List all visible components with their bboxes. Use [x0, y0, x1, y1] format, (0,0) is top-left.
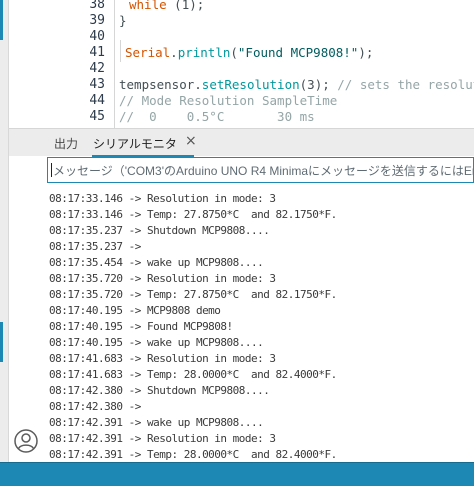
log-line: 08:17:41.683 -> Resolution in mode: 3 — [49, 352, 276, 365]
activity-indicator — [0, 322, 3, 362]
log-line: 08:17:35.720 -> Resolution in mode: 3 — [49, 272, 276, 285]
log-line: 08:17:33.146 -> Resolution in mode: 3 — [49, 192, 276, 205]
code-line-41: Serial.println("Found MCP9808!"); — [125, 45, 374, 60]
indent-guide — [114, 0, 115, 128]
code-editor[interactable]: 38 39 40 41 42 43 44 45 while (1); } Ser… — [9, 0, 474, 128]
line-number-gutter: 38 39 40 41 42 43 44 45 — [9, 0, 113, 128]
code-text: (3); — [299, 77, 338, 92]
line-number: 38 — [89, 0, 105, 12]
log-line: 08:17:35.237 -> — [49, 240, 141, 253]
code-comment: // sets the resolution mod — [337, 77, 474, 92]
code-line-39: } — [119, 13, 127, 28]
log-line: 08:17:33.146 -> Temp: 27.8750*C and 82.1… — [49, 208, 337, 221]
log-line: 08:17:35.720 -> Temp: 27.8750*C and 82.1… — [49, 288, 337, 301]
code-function: setResolution — [201, 77, 300, 92]
line-number: 43 — [89, 77, 105, 92]
line-number: 45 — [89, 109, 105, 124]
log-line: 08:17:40.195 -> Found MCP9808! — [49, 320, 233, 333]
log-line: 08:17:41.683 -> Temp: 28.0000*C and 82.4… — [49, 368, 337, 381]
log-line: 08:17:42.391 -> wake up MCP9808.... — [49, 416, 264, 429]
input-placeholder: メッセージ（'COM3'のArduino UNO R4 Minimaにメッセージ… — [53, 164, 474, 178]
tab-serial-monitor[interactable]: シリアルモニタ — [93, 135, 177, 152]
log-line: 08:17:35.454 -> wake up MCP9808.... — [49, 256, 264, 269]
line-number: 39 — [89, 13, 105, 28]
code-text: (1); — [166, 0, 205, 12]
log-line: 08:17:42.391 -> Resolution in mode: 3 — [49, 432, 276, 445]
code-string: "Found MCP9808!" — [237, 45, 359, 60]
close-icon[interactable]: × — [185, 133, 197, 149]
code-function: println — [177, 45, 231, 60]
line-number: 41 — [89, 45, 105, 60]
line-number: 42 — [89, 61, 105, 76]
serial-message-input[interactable]: メッセージ（'COM3'のArduino UNO R4 Minimaにメッセージ… — [47, 157, 474, 183]
line-number: 44 — [89, 93, 105, 108]
code-line-45: // 0 0.5°C 30 ms — [119, 109, 315, 124]
code-line-43: tempsensor.setResolution(3); // sets the… — [119, 77, 474, 92]
activity-bar — [0, 0, 9, 462]
text-caret — [51, 163, 52, 177]
serial-output-log[interactable]: 08:17:33.146 -> Resolution in mode: 3 08… — [47, 188, 474, 460]
code-line-44: // Mode Resolution SampleTime — [119, 93, 338, 108]
account-icon[interactable] — [13, 428, 39, 454]
log-line: 08:17:40.195 -> wake up MCP9808.... — [49, 336, 264, 349]
code-line-38: while (1); — [129, 0, 204, 12]
log-line: 08:17:35.237 -> Shutdown MCP9808.... — [49, 224, 270, 237]
activity-indicator — [0, 0, 3, 40]
panel-tabs: 出力 シリアルモニタ × — [9, 128, 474, 157]
log-line: 08:17:40.195 -> MCP9808 demo — [49, 304, 221, 317]
code-lines: while (1); } Serial.println("Found MCP98… — [117, 0, 474, 128]
code-object: Serial — [125, 45, 171, 60]
code-object: tempsensor — [119, 77, 195, 92]
log-line: 08:17:42.391 -> Temp: 28.0000*C and 82.4… — [49, 448, 337, 460]
line-number: 40 — [89, 29, 105, 44]
tab-output[interactable]: 出力 — [54, 135, 78, 152]
status-bar — [0, 462, 474, 486]
log-line: 08:17:42.380 -> Shutdown MCP9808.... — [49, 384, 270, 397]
log-line: 08:17:42.380 -> — [49, 400, 141, 413]
keyword: while — [129, 0, 167, 12]
